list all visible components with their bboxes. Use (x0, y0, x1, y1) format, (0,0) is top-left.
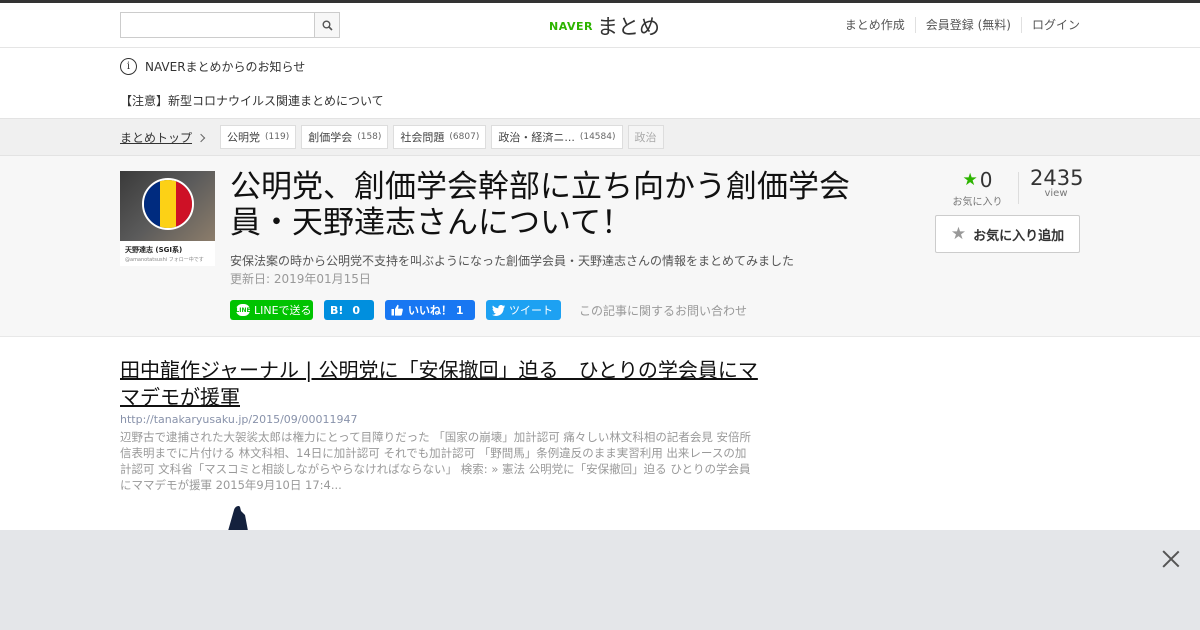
search-input[interactable] (121, 13, 315, 37)
page-description: 安保法案の時から公明党不支持を叫ぶようになった創価学会員・天野達志さんの情報をま… (230, 254, 795, 268)
facebook-like-button[interactable]: いいね！ 1 (385, 300, 475, 320)
article-item: 田中龍作ジャーナル | 公明党に「安保撤回」迫る ひとりの学会員にママデモが援軍… (120, 357, 760, 493)
search-box (120, 12, 340, 38)
search-button[interactable] (314, 13, 339, 37)
nav-create-matome[interactable]: まとめ作成 (835, 17, 915, 33)
tag-politics-economy[interactable]: 政治・経済ニ... (14584) (491, 125, 623, 149)
tweet-label: ツイート (509, 304, 553, 317)
flag-avatar (142, 178, 194, 230)
favorite-count-value: 0 (979, 168, 993, 192)
breadcrumb: まとめトップ 公明党 (119) 創価学会 (158) 社会問題 (6807) … (0, 118, 1200, 156)
tag-label: 政治・経済ニ... (498, 131, 575, 144)
logo-text: まとめ (596, 15, 660, 39)
contact-link[interactable]: この記事に関するお問い合わせ (579, 302, 747, 319)
view-count-value: 2435 (1030, 166, 1084, 190)
site-logo[interactable]: NAVER まとめ (549, 12, 660, 40)
notice-link[interactable]: 【注意】新型コロナウイルス関連まとめについて (120, 92, 384, 109)
notice-title: NAVERまとめからのお知らせ (145, 60, 306, 74)
tag-soka-gakkai[interactable]: 創価学会 (158) (301, 125, 389, 149)
favorite-count-label: お気に入り (952, 197, 1003, 208)
ad-banner (0, 530, 1200, 630)
star-outline-icon: ★ (950, 224, 967, 244)
search-icon (322, 20, 333, 31)
article-title-link[interactable]: 田中龍作ジャーナル | 公明党に「安保撤回」迫る ひとりの学会員にママデモが援軍 (120, 357, 760, 411)
top-bar: NAVER まとめ まとめ作成 会員登録 (無料) ログイン (0, 0, 1200, 48)
tag-politics[interactable]: 政治 (627, 125, 664, 149)
twitter-bird-icon (492, 304, 505, 316)
tag-label: 政治 (634, 131, 657, 144)
tag-komeito[interactable]: 公明党 (119) (220, 125, 297, 149)
thumbnail-subtext: @amanotatsushi フォロー中です (125, 257, 204, 263)
page-title: 公明党、創価学会幹部に立ち向かう創価学会員・天野達志さんについて！ (230, 169, 850, 241)
thumbnail-name: 天野達志 (SGI系) (125, 246, 183, 254)
tweet-button[interactable]: ツイート (486, 300, 561, 320)
breadcrumb-home[interactable]: まとめトップ (120, 129, 206, 146)
share-bar: LINE LINEで送る B! 0 いいね！ 1 ツイート この記事に関するお問… (230, 300, 747, 320)
add-favorite-label: お気に入り追加 (973, 228, 1065, 244)
author-thumbnail[interactable]: 天野達志 (SGI系) @amanotatsushi フォロー中です (120, 171, 215, 266)
hatena-bookmark-button[interactable]: B! 0 (324, 300, 374, 320)
top-nav: まとめ作成 会員登録 (無料) ログイン (835, 17, 1080, 33)
chevron-right-icon (196, 133, 206, 142)
tag-count: (119) (265, 132, 290, 142)
matome-header: 天野達志 (SGI系) @amanotatsushi フォロー中です 公明党、創… (0, 156, 1200, 337)
updated-date: 更新日: 2019年01月15日 (230, 272, 371, 286)
logo-brand: NAVER (549, 19, 593, 33)
line-icon: LINE (235, 304, 251, 316)
notice-header: i NAVERまとめからのお知らせ (120, 58, 305, 75)
tag-label: 公明党 (227, 131, 260, 144)
favorite-count: ★ 0 お気に入り (950, 168, 1005, 208)
star-icon: ★ (962, 170, 978, 190)
nav-register[interactable]: 会員登録 (無料) (914, 17, 1021, 33)
tag-count: (14584) (579, 132, 616, 142)
stat-divider (1018, 172, 1019, 204)
tag-label: 創価学会 (308, 131, 353, 144)
hatena-count: 0 (352, 303, 361, 317)
tag-social-issues[interactable]: 社会問題 (6807) (393, 125, 487, 149)
tag-count: (158) (357, 132, 382, 142)
article-image[interactable] (223, 505, 253, 531)
add-favorite-button[interactable]: ★ お気に入り追加 (935, 215, 1080, 253)
tag-label: 社会問題 (400, 131, 445, 144)
article-url[interactable]: http://tanakaryusaku.jp/2015/09/00011947 (120, 413, 760, 426)
breadcrumb-home-label: まとめトップ (120, 131, 193, 145)
tag-list: 公明党 (119) 創価学会 (158) 社会問題 (6807) 政治・経済ニ.… (220, 125, 669, 149)
line-share-button[interactable]: LINE LINEで送る (230, 300, 313, 320)
hatena-icon: B! (330, 303, 344, 317)
close-icon[interactable] (1162, 550, 1180, 568)
tag-count: (6807) (449, 132, 480, 142)
nav-login[interactable]: ログイン (1020, 17, 1080, 33)
thumbs-up-icon (391, 304, 403, 316)
view-count: 2435 view (1030, 166, 1084, 199)
info-icon: i (120, 58, 137, 75)
line-share-label: LINEで送る (254, 304, 312, 317)
article-excerpt: 辺野古で逮捕された大袈裟太郎は権力にとって目障りだった 「国家の崩壊」加計認可 … (120, 430, 752, 492)
facebook-like-label: いいね！ 1 (408, 304, 464, 317)
